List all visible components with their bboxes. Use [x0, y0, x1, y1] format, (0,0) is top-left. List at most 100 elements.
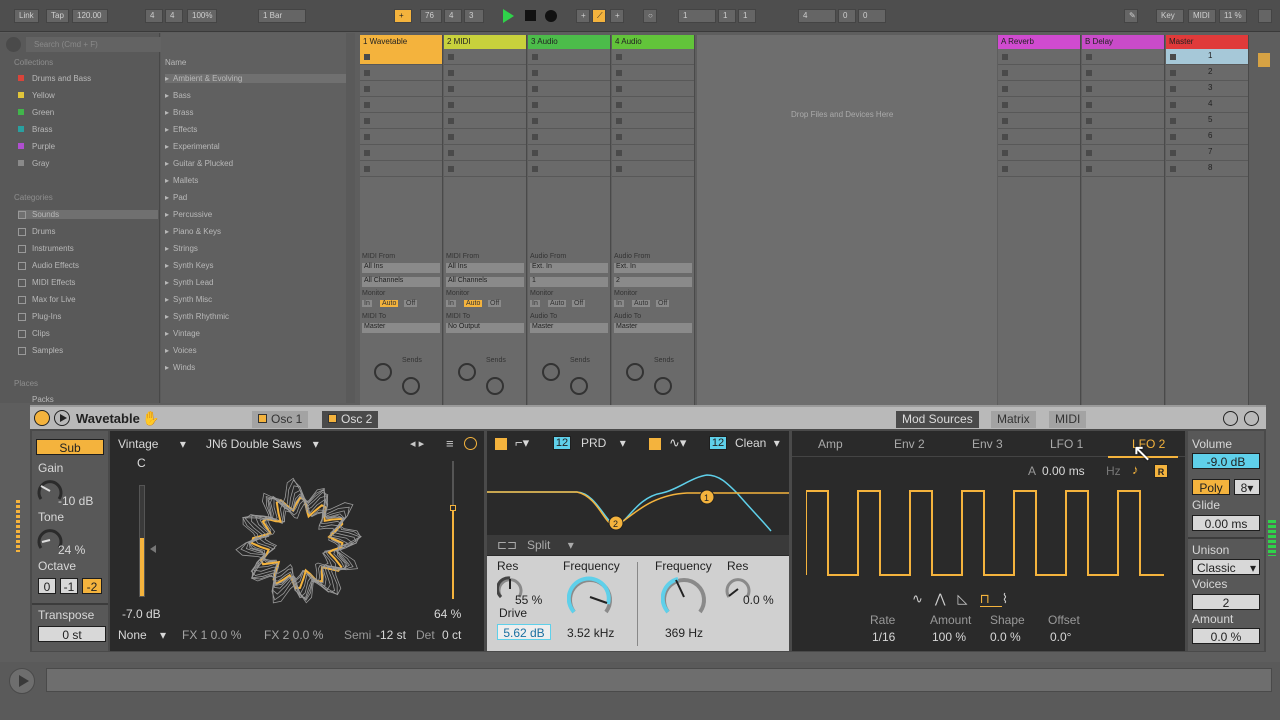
tab-env2[interactable]: Env 2 — [894, 437, 925, 451]
volume-field[interactable]: -9.0 dB — [1192, 453, 1260, 469]
from-select[interactable]: All Ins — [446, 263, 524, 273]
output-select[interactable]: Master — [362, 323, 440, 333]
category-item[interactable]: Max for Live — [18, 295, 76, 304]
tab-env3[interactable]: Env 3 — [972, 437, 1003, 451]
browser-item[interactable]: ▸ Mallets — [165, 176, 198, 185]
bottom-play-icon[interactable] — [9, 668, 35, 694]
browser-toggle-icon[interactable] — [6, 37, 21, 52]
return-slot[interactable] — [998, 81, 1080, 97]
return-slot[interactable] — [998, 65, 1080, 81]
collection-item[interactable]: Drums and Bass — [18, 74, 91, 83]
return-slot[interactable] — [1082, 97, 1164, 113]
return-slot[interactable] — [998, 129, 1080, 145]
glide-field[interactable]: 0.00 ms — [1192, 515, 1260, 531]
shape-value[interactable]: 0.0 % — [990, 630, 1021, 644]
position-slider-handle[interactable] — [450, 505, 456, 511]
category-item[interactable]: Drums — [18, 227, 56, 236]
channel-select[interactable]: 1 — [530, 277, 608, 287]
fx-mode-select[interactable]: None ▾ — [118, 628, 166, 642]
filter1-type[interactable]: PRD ▾ — [581, 436, 626, 450]
collection-item[interactable]: Green — [18, 108, 54, 117]
return-header[interactable]: Master — [1166, 35, 1248, 49]
filter1-shape-icon[interactable]: ⌐▾ — [515, 435, 529, 451]
browser-item[interactable]: ▸ Voices — [165, 346, 197, 355]
clip-slot[interactable] — [444, 129, 526, 145]
overdub-icon[interactable]: + — [576, 9, 590, 23]
wavetable-nav-icon[interactable]: ◂ ▸ — [410, 437, 424, 450]
channel-select[interactable]: All Channels — [362, 277, 440, 287]
poly-toggle[interactable]: Poly — [1192, 479, 1230, 495]
position-bar[interactable]: 76 — [420, 9, 442, 23]
monitor-off[interactable]: Off — [488, 300, 502, 307]
scene-slot[interactable]: 4 — [1166, 97, 1248, 113]
clip-slot[interactable] — [528, 113, 610, 129]
browser-item[interactable]: ▸ Guitar & Plucked — [165, 159, 233, 168]
quantization-select[interactable]: 1 Bar — [258, 9, 306, 23]
output-select[interactable]: No Output — [446, 323, 524, 333]
browser-item[interactable]: ▸ Vintage — [165, 329, 200, 338]
send-b-knob[interactable] — [570, 377, 588, 395]
browser-item[interactable]: ▸ Percussive — [165, 210, 212, 219]
clip-slot[interactable] — [444, 65, 526, 81]
return-slot[interactable] — [1082, 65, 1164, 81]
return-slot[interactable] — [998, 113, 1080, 129]
loop-start-beat[interactable]: 1 — [718, 9, 736, 23]
browser-item[interactable]: ▸ Pad — [165, 193, 187, 202]
return-slot[interactable] — [998, 97, 1080, 113]
track-header[interactable]: 1 Wavetable — [360, 35, 442, 49]
monitor-in[interactable]: In — [530, 300, 540, 307]
det-value[interactable]: 0 ct — [442, 628, 461, 642]
category-item[interactable]: Plug-Ins — [18, 312, 61, 321]
send-b-knob[interactable] — [486, 377, 504, 395]
clip-slot[interactable] — [444, 97, 526, 113]
filter2-shape-icon[interactable]: ∿▾ — [669, 435, 686, 451]
add-icon[interactable]: + — [394, 9, 412, 23]
track-header[interactable]: 2 MIDI — [444, 35, 526, 49]
link-button[interactable]: Link — [14, 9, 39, 23]
stop-icon[interactable] — [525, 10, 536, 21]
clip-slot[interactable] — [528, 65, 610, 81]
wavetable-display[interactable] — [230, 473, 370, 613]
transpose-field[interactable]: 0 st — [38, 626, 106, 642]
browser-item[interactable]: ▸ Bass — [165, 91, 191, 100]
output-select[interactable]: Master — [614, 323, 692, 333]
browser-item[interactable]: ▸ Effects — [165, 125, 197, 134]
unison-voices-field[interactable]: 2 — [1192, 594, 1260, 610]
filter1-toggle[interactable] — [495, 438, 507, 450]
collection-item[interactable]: Yellow — [18, 91, 55, 100]
category-item[interactable]: Samples — [18, 346, 63, 355]
fx2-value[interactable]: FX 2 0.0 % — [264, 628, 323, 642]
clip-slot[interactable] — [360, 161, 442, 177]
f1-freq-knob[interactable] — [567, 574, 613, 620]
octave-minus2[interactable]: -2 — [82, 578, 102, 594]
category-item[interactable]: MIDI Effects — [18, 278, 75, 287]
browser-item[interactable]: ▸ Ambient & Evolving — [165, 74, 346, 83]
monitor-auto[interactable]: Auto — [632, 300, 651, 307]
play-icon[interactable] — [503, 9, 514, 23]
record-icon[interactable] — [545, 10, 557, 22]
return-slot[interactable] — [998, 161, 1080, 177]
zoom-field[interactable]: 100% — [187, 9, 218, 23]
hot-swap-icon[interactable] — [1223, 411, 1238, 426]
octave-minus1[interactable]: -1 — [60, 578, 78, 594]
send-a-knob[interactable] — [458, 363, 476, 381]
filter2-slope[interactable]: 12 — [709, 436, 727, 450]
attack-value[interactable]: 0.00 ms — [1042, 464, 1085, 478]
clip-slot[interactable] — [612, 97, 694, 113]
loop-start-sixteenth[interactable]: 1 — [738, 9, 756, 23]
tab-matrix[interactable]: Matrix — [991, 411, 1036, 428]
clip-slot[interactable] — [360, 49, 442, 65]
octave-0[interactable]: 0 — [38, 578, 56, 594]
browser-item[interactable]: ▸ Winds — [165, 363, 195, 372]
filter2-type[interactable]: Clean ▾ — [735, 436, 780, 450]
return-slot[interactable] — [1082, 81, 1164, 97]
routing-select[interactable]: Split ▾ — [527, 538, 574, 552]
tab-mod-sources[interactable]: Mod Sources — [896, 411, 979, 428]
category-item[interactable]: Clips — [18, 329, 50, 338]
browser-item[interactable]: ▸ Synth Lead — [165, 278, 214, 287]
name-column-header[interactable]: Name — [165, 58, 186, 67]
scene-slot[interactable]: 5 — [1166, 113, 1248, 129]
clip-slot[interactable] — [528, 161, 610, 177]
wavetable-name[interactable]: JN6 Double Saws ▾ — [206, 437, 319, 451]
clip-slot[interactable] — [612, 49, 694, 65]
